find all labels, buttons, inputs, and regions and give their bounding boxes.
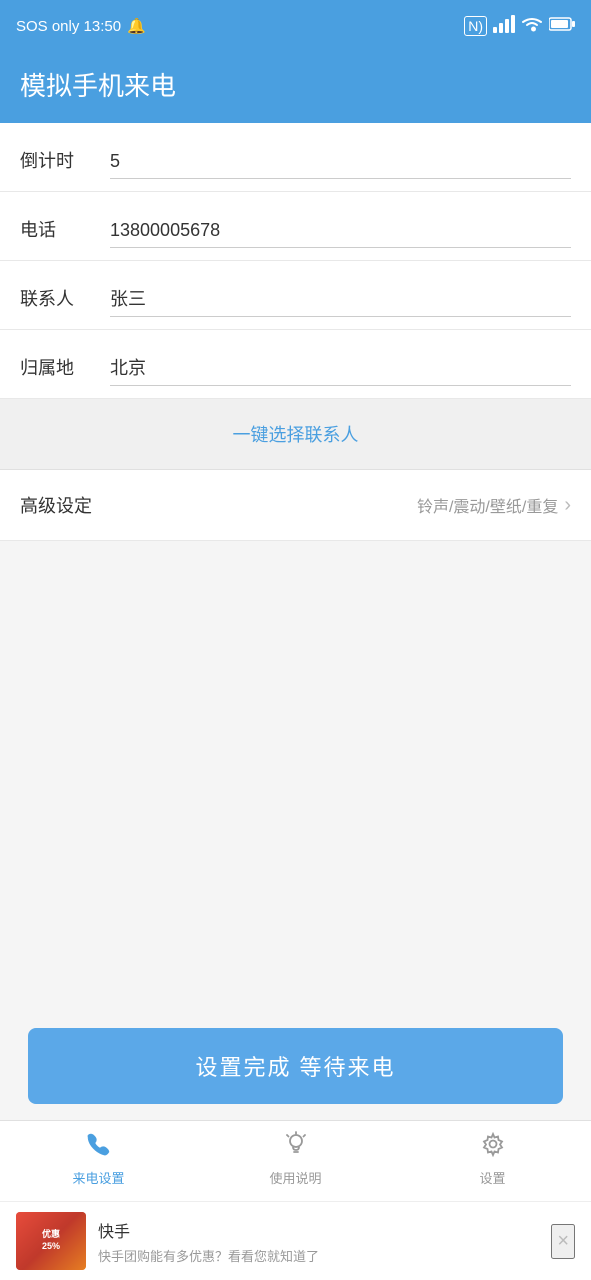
page-wrapper: SOS only 13:50 🔔 N): [0, 0, 591, 1280]
status-text: SOS only 13:50: [16, 18, 121, 35]
advanced-settings-value: 铃声/震动/壁纸/重复 ›: [417, 493, 571, 517]
bell-icon: 🔔: [127, 17, 146, 35]
action-button-wrapper: 设置完成 等待来电: [0, 1012, 591, 1120]
ad-description: 快手团购能有多优惠？看看您就知道了: [98, 1246, 539, 1265]
battery-icon: [549, 17, 575, 36]
form-row-contact: 联系人: [0, 261, 591, 330]
ad-content: 快手 快手团购能有多优惠？看看您就知道了: [98, 1218, 539, 1265]
nav-item-instructions[interactable]: 使用说明: [256, 1131, 336, 1187]
countdown-value-wrapper: [110, 151, 571, 179]
status-bar: SOS only 13:50 🔔 N): [0, 0, 591, 52]
contact-picker-section: 一键选择联系人: [0, 399, 591, 470]
phone-label: 电话: [20, 216, 100, 248]
gear-icon: [480, 1131, 506, 1164]
empty-content-area: [0, 541, 591, 1012]
location-value-wrapper: [110, 357, 571, 387]
wifi-icon: [521, 15, 543, 38]
chevron-right-icon: ›: [564, 494, 571, 517]
ad-title: 快手: [98, 1218, 539, 1242]
contact-picker-button[interactable]: 一键选择联系人: [0, 399, 591, 469]
app-header: 模拟手机来电: [0, 52, 591, 123]
countdown-label: 倒计时: [20, 147, 100, 179]
ad-close-button[interactable]: ×: [551, 1224, 575, 1259]
phone-value-wrapper: [110, 220, 571, 248]
ad-banner: 优惠25% 快手 快手团购能有多优惠？看看您就知道了 ×: [0, 1201, 591, 1280]
nav-label-settings: 设置: [479, 1168, 505, 1187]
countdown-input[interactable]: [110, 151, 571, 172]
setup-complete-button[interactable]: 设置完成 等待来电: [28, 1028, 563, 1104]
nav-item-settings[interactable]: 设置: [453, 1131, 533, 1187]
contact-input[interactable]: [110, 288, 571, 309]
location-input[interactable]: [110, 357, 571, 378]
contact-label: 联系人: [20, 285, 100, 317]
app-title: 模拟手机来电: [20, 66, 571, 103]
form-row-location: 归属地: [0, 330, 591, 399]
status-left: SOS only 13:50 🔔: [16, 17, 146, 35]
phone-input[interactable]: [110, 220, 571, 241]
location-label: 归属地: [20, 354, 100, 386]
form-row-countdown: 倒计时: [0, 123, 591, 192]
form-area: 倒计时 电话 联系人 归属地: [0, 123, 591, 399]
nav-item-incoming-call[interactable]: 来电设置: [59, 1131, 139, 1187]
advanced-settings-row[interactable]: 高级设定 铃声/震动/壁纸/重复 ›: [0, 470, 591, 541]
nav-label-incoming-call: 来电设置: [72, 1168, 124, 1187]
phone-icon: [86, 1131, 112, 1164]
nfc-icon: N): [464, 16, 487, 36]
contact-value-wrapper: [110, 288, 571, 318]
status-right: N): [464, 15, 575, 38]
ad-thumbnail: 优惠25%: [16, 1212, 86, 1270]
bulb-icon: [283, 1131, 309, 1164]
advanced-settings-label: 高级设定: [20, 492, 92, 518]
signal-bars-icon: [493, 15, 515, 38]
bottom-nav: 来电设置 使用说明 设置: [0, 1120, 591, 1201]
advanced-settings-text: 铃声/震动/壁纸/重复: [417, 493, 558, 517]
form-row-phone: 电话: [0, 192, 591, 261]
nav-label-instructions: 使用说明: [269, 1168, 321, 1187]
